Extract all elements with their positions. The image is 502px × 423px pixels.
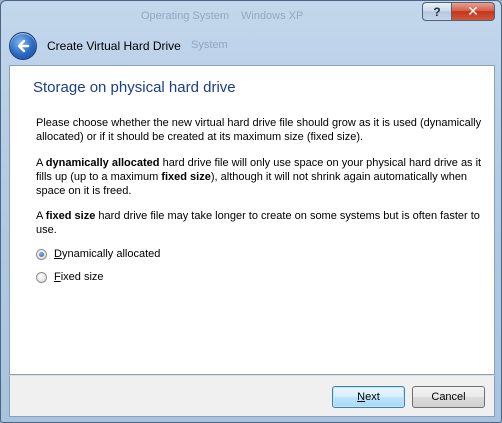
intro-paragraph: Please choose whether the new virtual ha… (36, 117, 482, 143)
text-span: A (36, 157, 46, 169)
bold-term: fixed size (161, 171, 211, 183)
radio-button[interactable] (36, 271, 47, 283)
radio-dot-icon (39, 251, 44, 257)
label-text: ixed size (60, 271, 104, 283)
option-label: Fixed size (54, 271, 104, 283)
dialog-header: Create Virtual Hard Drive (9, 29, 181, 63)
close-button[interactable]: ✕ (451, 2, 495, 21)
dialog-window: Operating System Windows XP System ? ✕ C… (0, 0, 502, 423)
option-label: Dynamically allocated (54, 248, 160, 260)
mnemonic-letter: F (54, 271, 61, 283)
text-span: A (36, 210, 46, 222)
help-button[interactable]: ? (422, 2, 451, 21)
dynamically-allocated-option[interactable]: Dynamically allocated (36, 248, 160, 260)
dialog-title: Create Virtual Hard Drive (47, 39, 181, 53)
bold-term: dynamically allocated (45, 157, 160, 169)
label-text: ynamically allocated (61, 248, 161, 260)
wizard-page: Storage on physical hard drive Please ch… (9, 65, 495, 375)
next-button[interactable]: Next (332, 386, 405, 408)
label-text: ext (365, 391, 380, 403)
button-bar: Next Cancel (9, 375, 495, 417)
title-bar-controls: ? ✕ (422, 2, 495, 22)
background-ghost-text: Operating System (141, 10, 230, 22)
background-ghost-text: Windows XP (241, 10, 304, 22)
bold-term: fixed size (45, 210, 96, 222)
cancel-button[interactable]: Cancel (412, 386, 485, 408)
background-ghost-text: System (191, 39, 228, 51)
fixed-description: A fixed size hard drive file may take lo… (36, 209, 482, 237)
radio-button-selected[interactable] (36, 248, 47, 260)
text-span: hard drive file may take longer to creat… (36, 210, 480, 236)
mnemonic-letter: D (54, 248, 62, 260)
mnemonic-letter: N (357, 391, 366, 403)
fixed-size-option[interactable]: Fixed size (36, 271, 104, 283)
page-title: Storage on physical hard drive (33, 79, 236, 96)
dynamic-description: A dynamically allocated hard drive file … (36, 156, 482, 198)
back-arrow-icon (17, 39, 30, 53)
back-button[interactable] (9, 32, 37, 60)
